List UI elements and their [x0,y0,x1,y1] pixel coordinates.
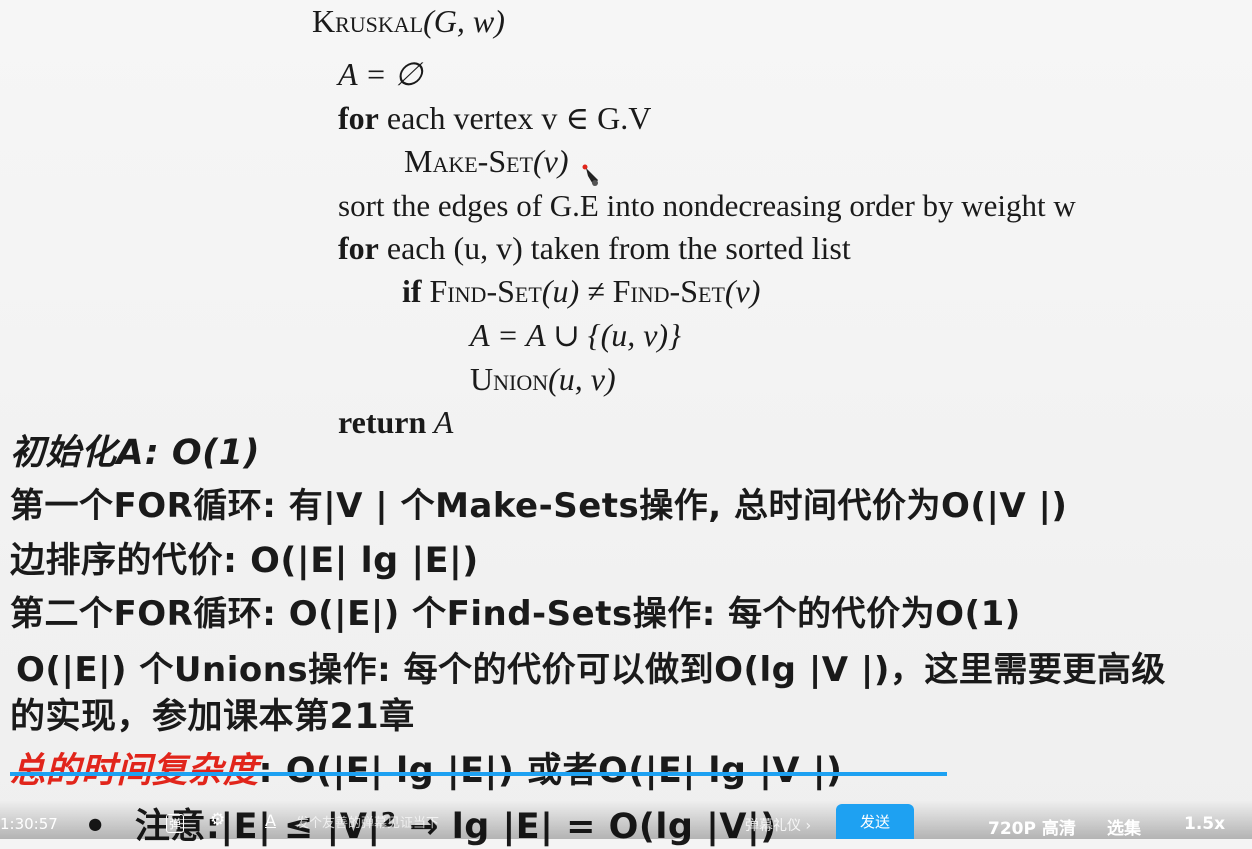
note-unions-line2: 的实现，参加课本第21章 [10,697,415,737]
algo-title: Kruskal(G, w) [312,0,505,43]
text-style-icon[interactable]: A [265,811,276,830]
for-edge-text: each (u, v) taken from the sorted list [378,230,851,266]
for-vertex-text: each vertex v ∈ G.V [378,100,652,136]
find-set-a-arg: (u) ≠ [541,273,613,309]
lecture-slide: Kruskal(G, w) A = ∅ for each vertex v ∈ … [0,0,1252,847]
algo-line-make-set: Make-Set(v) [404,140,569,183]
find-set-a: Find-Set [429,273,542,309]
algo-line-init: A = ∅ [338,56,423,92]
make-set-arg: (v) [533,143,569,179]
progress-bar[interactable] [10,772,947,776]
total-complexity-label: 总的时间复杂度 [10,751,259,791]
find-set-b-arg: (v) [724,273,761,309]
danmu-toggle-icon[interactable]: 弹 [166,814,185,833]
pen-cursor-icon [582,164,598,186]
danmu-etiquette-link[interactable]: 弹幕礼仪 › [745,815,811,835]
quality-button[interactable]: 720P 高清 [988,814,1076,839]
note-sort-cost: 边排序的代价: O(|E| lg |E|) [10,541,479,581]
find-set-b: Find-Set [612,273,725,309]
algo-title-name: Kruskal [312,3,424,39]
return-keyword: return [338,404,427,440]
note-init: 初始化A: O(1) [10,433,261,473]
send-button[interactable]: 发送 [836,804,914,839]
algo-title-args: (G, w) [423,3,505,39]
algo-line-return: return A [338,401,453,444]
algo-line-for-vertex: for each vertex v ∈ G.V [338,97,651,140]
union-name: Union [470,361,549,397]
current-time: 1:30:57 [0,815,58,833]
make-set-name: Make-Set [404,143,533,179]
speed-button[interactable]: 1.5x [1184,814,1225,834]
note-first-for: 第一个FOR循环: 有|V | 个Make-Sets操作, 总时间代价为O(|V… [10,486,1068,526]
danmu-settings-icon[interactable]: ⚙ [210,810,225,830]
algo-line-union: Union(u, v) [470,358,616,401]
algo-line-assign: A = A ∪ {(u, v)} [470,317,681,353]
if-keyword: if [402,273,422,309]
for-keyword: for [338,100,379,136]
algo-line-sort: sort the edges of G.E into nondecreasing… [338,188,1076,223]
episodes-button[interactable]: 选集 [1107,814,1141,839]
for-keyword-2: for [338,230,379,266]
note-unions-line1: O(|E|) 个Unions操作: 每个的代价可以做到O(lg |V |)，这里… [16,650,1166,690]
note-total: 总的时间复杂度: O(|E| lg |E|) 或者O(|E| lg |V |) [10,742,842,793]
return-value: A [426,404,454,440]
note-second-for: 第二个FOR循环: O(|E|) 个Find-Sets操作: 每个的代价为O(1… [10,594,1021,634]
algo-line-if: if Find-Set(u) ≠ Find-Set(v) [402,270,760,313]
total-complexity-value: : O(|E| lg |E|) 或者O(|E| lg |V |) [258,751,843,791]
algo-line-for-edge: for each (u, v) taken from the sorted li… [338,227,851,270]
union-arg: (u, v) [548,361,616,397]
